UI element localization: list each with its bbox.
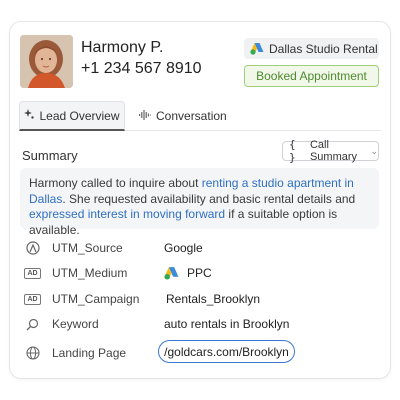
contact-name: Harmony P. [81,39,164,56]
globe-icon [24,345,41,361]
tab-lead-overview[interactable]: Lead Overview [19,101,125,131]
detail-value: Google [164,241,203,255]
detail-label: UTM_Medium [52,266,128,280]
detail-row-utm-source: UTM_Source Google [24,239,203,257]
tab-label: Lead Overview [39,108,120,123]
summary-text-part: . She requested availability and basic r… [62,191,356,206]
call-summary-dropdown[interactable]: { } Call Summary ⌄ [282,138,379,164]
tab-label: Conversation [156,109,227,123]
detail-label: Landing Page [52,346,127,360]
detail-row-landing-page: Landing Page [24,344,126,362]
google-ads-icon [250,43,264,55]
status-badge: Booked Appointment [244,65,379,87]
detail-row-utm-campaign: AD UTM_Campaign Rentals_Brooklyn [24,290,260,308]
ad-icon: AD [24,265,41,281]
waveform-icon [139,109,151,123]
search-icon [24,316,41,332]
detail-value: auto rentals in Brooklyn [164,317,290,331]
braces-icon: { } [289,138,296,164]
detail-value: Rentals_Brooklyn [166,292,261,306]
detail-label: UTM_Source [52,241,123,255]
call-summary-label: Call Summary [309,139,358,163]
sparkle-icon [24,109,35,122]
source-label: Dallas Studio Rental [269,41,378,56]
detail-value-text: PPC [187,266,212,280]
summary-heading: Summary [22,148,78,163]
detail-label: UTM_Campaign [52,292,140,306]
summary-text-part: Harmony called to inquire about [29,176,202,190]
tab-bar: Lead Overview Conversation [19,101,381,131]
source-badge: Dallas Studio Rental [244,38,379,59]
avatar [20,35,73,88]
summary-highlight[interactable]: expressed interest in moving forward [29,207,225,221]
tab-conversation[interactable]: Conversation [139,101,227,131]
detail-row-utm-medium: AD UTM_Medium PPC [24,264,212,282]
ad-icon: AD [24,291,41,307]
landing-page-link[interactable]: /goldcars.com/Brooklyn [158,340,295,363]
source-icon [24,240,41,256]
contact-phone: +1 234 567 8910 [81,60,202,77]
summary-text: Harmony called to inquire about renting … [20,168,379,237]
detail-label: Keyword [52,317,99,331]
google-ads-icon [164,267,179,280]
detail-row-keyword: Keyword auto rentals in Brooklyn [24,315,289,333]
chevron-down-icon: ⌄ [370,145,378,156]
detail-value: PPC [164,266,212,280]
